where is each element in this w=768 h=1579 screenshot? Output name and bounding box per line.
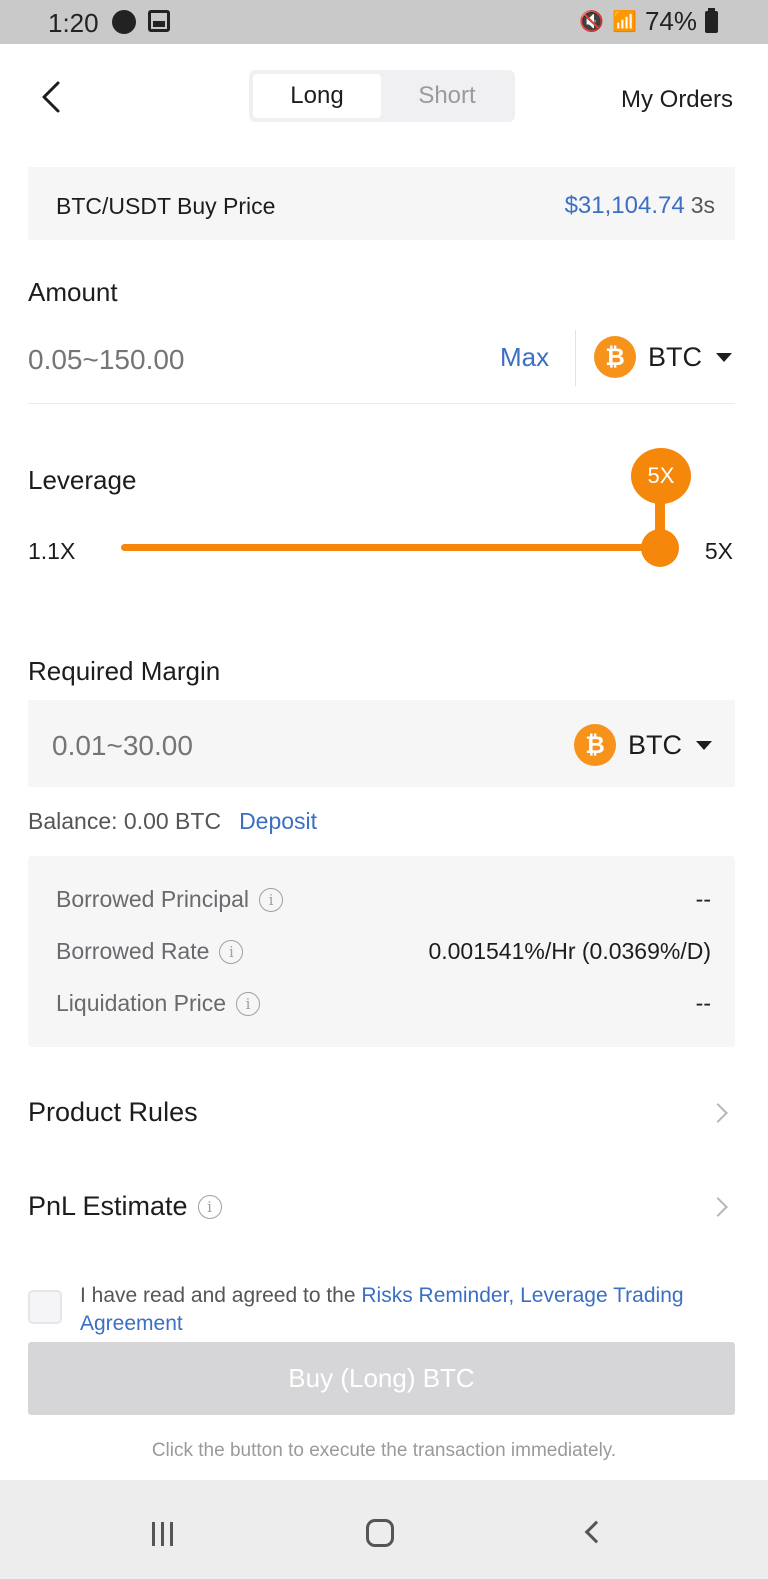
price-display: $31,104.74 3s	[565, 192, 715, 220]
mute-icon: 🔇	[579, 11, 605, 33]
borrowed-rate-label: Borrowed Rate	[56, 938, 210, 964]
liquidation-price-label: Liquidation Price	[56, 990, 227, 1016]
long-short-toggle: Long Short	[249, 70, 515, 122]
leverage-max-label: 5X	[704, 538, 733, 564]
info-label: Borrowed Rate i	[56, 938, 244, 965]
divider	[575, 330, 576, 386]
borrowed-principal-value: --	[695, 886, 711, 912]
tab-short[interactable]: Short	[383, 74, 511, 118]
amount-input[interactable]	[28, 340, 468, 380]
max-button[interactable]: Max	[500, 342, 549, 373]
info-row-liquidation-price: Liquidation Price i --	[56, 990, 711, 1017]
battery-percent: 74%	[644, 6, 697, 36]
buy-long-button[interactable]: Buy (Long) BTC	[28, 1342, 735, 1415]
liquidation-price-value: --	[695, 990, 711, 1016]
info-icon[interactable]: i	[236, 991, 261, 1016]
deposit-link[interactable]: Deposit	[239, 808, 317, 835]
price-refresh-timer: 3s	[690, 192, 715, 218]
info-icon[interactable]: i	[219, 939, 244, 964]
back-icon[interactable]	[38, 80, 64, 114]
required-margin-title: Required Margin	[28, 656, 221, 686]
chevron-right-icon	[708, 1196, 728, 1217]
caret-down-icon	[696, 740, 712, 750]
price-value: $31,104.74	[564, 192, 685, 219]
messenger-icon	[112, 10, 136, 34]
margin-currency-label: BTC	[628, 729, 682, 760]
pnl-estimate-row[interactable]: PnL Estimate i	[28, 1191, 735, 1222]
borrowed-rate-value: 0.001541%/Hr (0.0369%/D)	[428, 938, 711, 964]
leverage-slider-track[interactable]	[121, 544, 661, 551]
buy-price-card: BTC/USDT Buy Price $31,104.74 3s	[28, 167, 735, 240]
leverage-title: Leverage	[28, 465, 137, 495]
info-icon[interactable]: i	[197, 1194, 222, 1219]
leverage-value-bubble: 5X	[631, 448, 691, 504]
recents-icon[interactable]	[152, 1522, 173, 1546]
agreement-text: I have read and agreed to the Risks Remi…	[80, 1282, 730, 1338]
system-nav-bar	[0, 1480, 768, 1579]
status-system-icons: 🔇 📶 74%	[579, 6, 718, 37]
caret-down-icon	[716, 352, 732, 362]
divider	[28, 403, 735, 404]
agreement-checkbox[interactable]	[28, 1290, 62, 1324]
info-label: Borrowed Principal i	[56, 886, 284, 913]
tab-long[interactable]: Long	[253, 74, 381, 118]
agreement-prefix: I have read and agreed to the	[80, 1284, 362, 1307]
info-icon[interactable]: i	[259, 887, 284, 912]
execution-hint: Click the button to execute the transact…	[151, 1440, 617, 1461]
margin-currency-select[interactable]: ₿ BTC	[574, 724, 712, 766]
borrow-info-card: Borrowed Principal i -- Borrowed Rate i …	[28, 856, 735, 1047]
pnl-estimate-label: PnL Estimate	[28, 1191, 188, 1221]
product-rules-label: Product Rules	[28, 1097, 198, 1127]
leverage-min-label: 1.1X	[28, 538, 76, 564]
btc-coin-icon: ₿	[574, 724, 616, 766]
borrowed-principal-label: Borrowed Principal	[56, 886, 250, 912]
leverage-slider-thumb[interactable]	[641, 529, 679, 567]
required-margin-field: ₿ BTC	[28, 700, 735, 787]
chevron-right-icon	[708, 1102, 728, 1123]
amount-title: Amount	[28, 277, 118, 307]
price-label: BTC/USDT Buy Price	[56, 193, 276, 219]
status-time: 1:20	[48, 8, 99, 38]
balance-text: Balance: 0.00 BTC	[28, 808, 222, 834]
amount-currency-label: BTC	[648, 341, 702, 372]
home-icon[interactable]	[366, 1519, 394, 1547]
info-label: Liquidation Price i	[56, 990, 261, 1017]
required-margin-input[interactable]	[52, 726, 452, 766]
info-row-borrowed-rate: Borrowed Rate i 0.001541%/Hr (0.0369%/D)	[56, 938, 711, 965]
info-row-borrowed-principal: Borrowed Principal i --	[56, 886, 711, 913]
balance-row: Balance: 0.00 BTC Deposit	[28, 808, 317, 835]
wifi-icon: 📶	[612, 11, 637, 33]
amount-currency-select[interactable]: ₿ BTC	[594, 336, 732, 378]
status-bar: 1:20 🔇 📶 74%	[0, 0, 768, 44]
status-notifications	[112, 10, 170, 34]
my-orders-link[interactable]: My Orders	[621, 86, 733, 114]
back-nav-icon[interactable]	[584, 1520, 608, 1544]
product-rules-row[interactable]: Product Rules	[28, 1097, 735, 1128]
btc-coin-icon: ₿	[594, 336, 636, 378]
battery-icon	[705, 7, 718, 33]
gallery-icon	[148, 10, 170, 32]
